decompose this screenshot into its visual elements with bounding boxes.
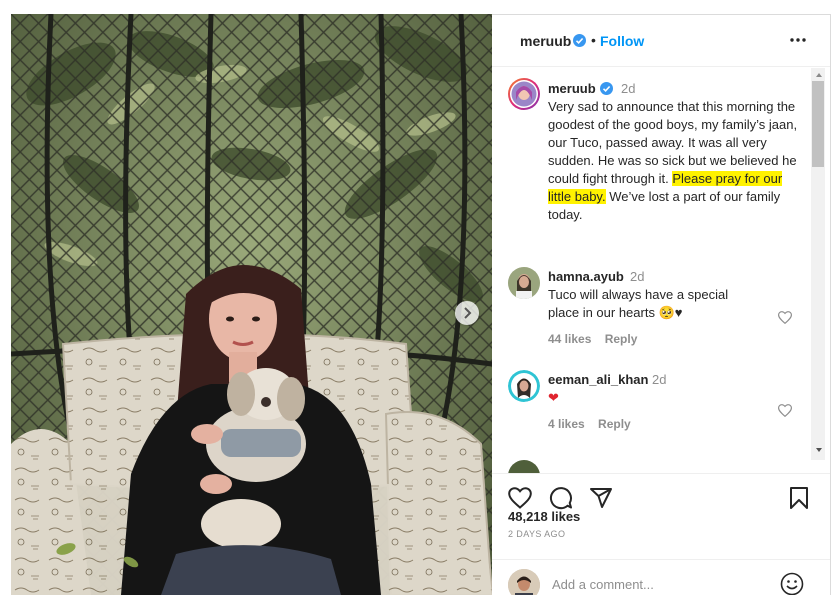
comment-likes[interactable]: 44 likes [548, 332, 591, 346]
scroll-up-arrow-icon[interactable] [816, 73, 822, 77]
reply-button[interactable]: Reply [598, 417, 631, 431]
heart-icon[interactable] [508, 487, 532, 509]
comments-list[interactable]: meruub 2d Very sad to announce that this… [492, 68, 830, 474]
commenter-avatar[interactable] [508, 370, 540, 402]
paper-plane-icon[interactable] [589, 486, 613, 510]
comment-username[interactable]: eeman_ali_khan [548, 372, 648, 387]
comment-likes[interactable]: 4 likes [548, 417, 585, 431]
verified-badge-icon [600, 82, 613, 95]
avatar-image [510, 80, 538, 108]
add-comment-bar [492, 559, 830, 595]
avatar-image [508, 569, 540, 595]
commenter-avatar[interactable] [508, 460, 540, 473]
author-avatar[interactable] [508, 78, 540, 110]
post-image [11, 14, 492, 595]
comment-time: 2d [630, 269, 645, 284]
comment-username[interactable]: hamna.ayub [548, 269, 624, 284]
smiley-icon[interactable] [780, 572, 804, 595]
heart-icon[interactable] [778, 311, 792, 324]
current-user-avatar [508, 569, 540, 595]
avatar-image [508, 267, 540, 299]
posted-time[interactable]: 2 DAYS AGO [508, 529, 565, 539]
separator-dot: • [591, 32, 596, 48]
chevron-right-icon [464, 307, 472, 319]
caption-time: 2d [621, 81, 636, 96]
comment-meta: 44 likes Reply [548, 332, 637, 346]
header-username[interactable]: meruub [520, 33, 571, 49]
comment-time: 2d [652, 372, 667, 387]
heart-icon[interactable] [778, 404, 792, 417]
scroll-down-arrow-icon[interactable] [816, 448, 822, 452]
verified-badge-icon [573, 34, 586, 47]
scrollbar-thumb[interactable] [812, 81, 824, 167]
follow-button[interactable]: Follow [600, 33, 644, 49]
comment-text: Tuco will always have a special place in… [548, 287, 729, 320]
commenter-avatar[interactable] [508, 267, 540, 299]
likes-count[interactable]: 48,218 likes [508, 509, 580, 524]
post-header: meruub • Follow [492, 15, 830, 67]
comment-bubble-icon[interactable] [549, 486, 573, 510]
comment-text: ❤ [548, 390, 559, 405]
comment-meta: 4 likes Reply [548, 417, 631, 431]
bookmark-icon[interactable] [789, 486, 809, 510]
add-comment-input[interactable] [552, 574, 772, 594]
next-photo-button[interactable] [455, 301, 479, 325]
more-options-icon[interactable] [789, 31, 807, 49]
caption-username[interactable]: meruub [548, 81, 596, 96]
post-photo[interactable] [11, 14, 492, 595]
caption-text: Very sad to announce that this morning t… [548, 98, 798, 224]
avatar-image [508, 370, 540, 402]
reply-button[interactable]: Reply [605, 332, 638, 346]
post-side-panel: meruub • Follow meruub 2d Very sad to an… [492, 14, 831, 595]
